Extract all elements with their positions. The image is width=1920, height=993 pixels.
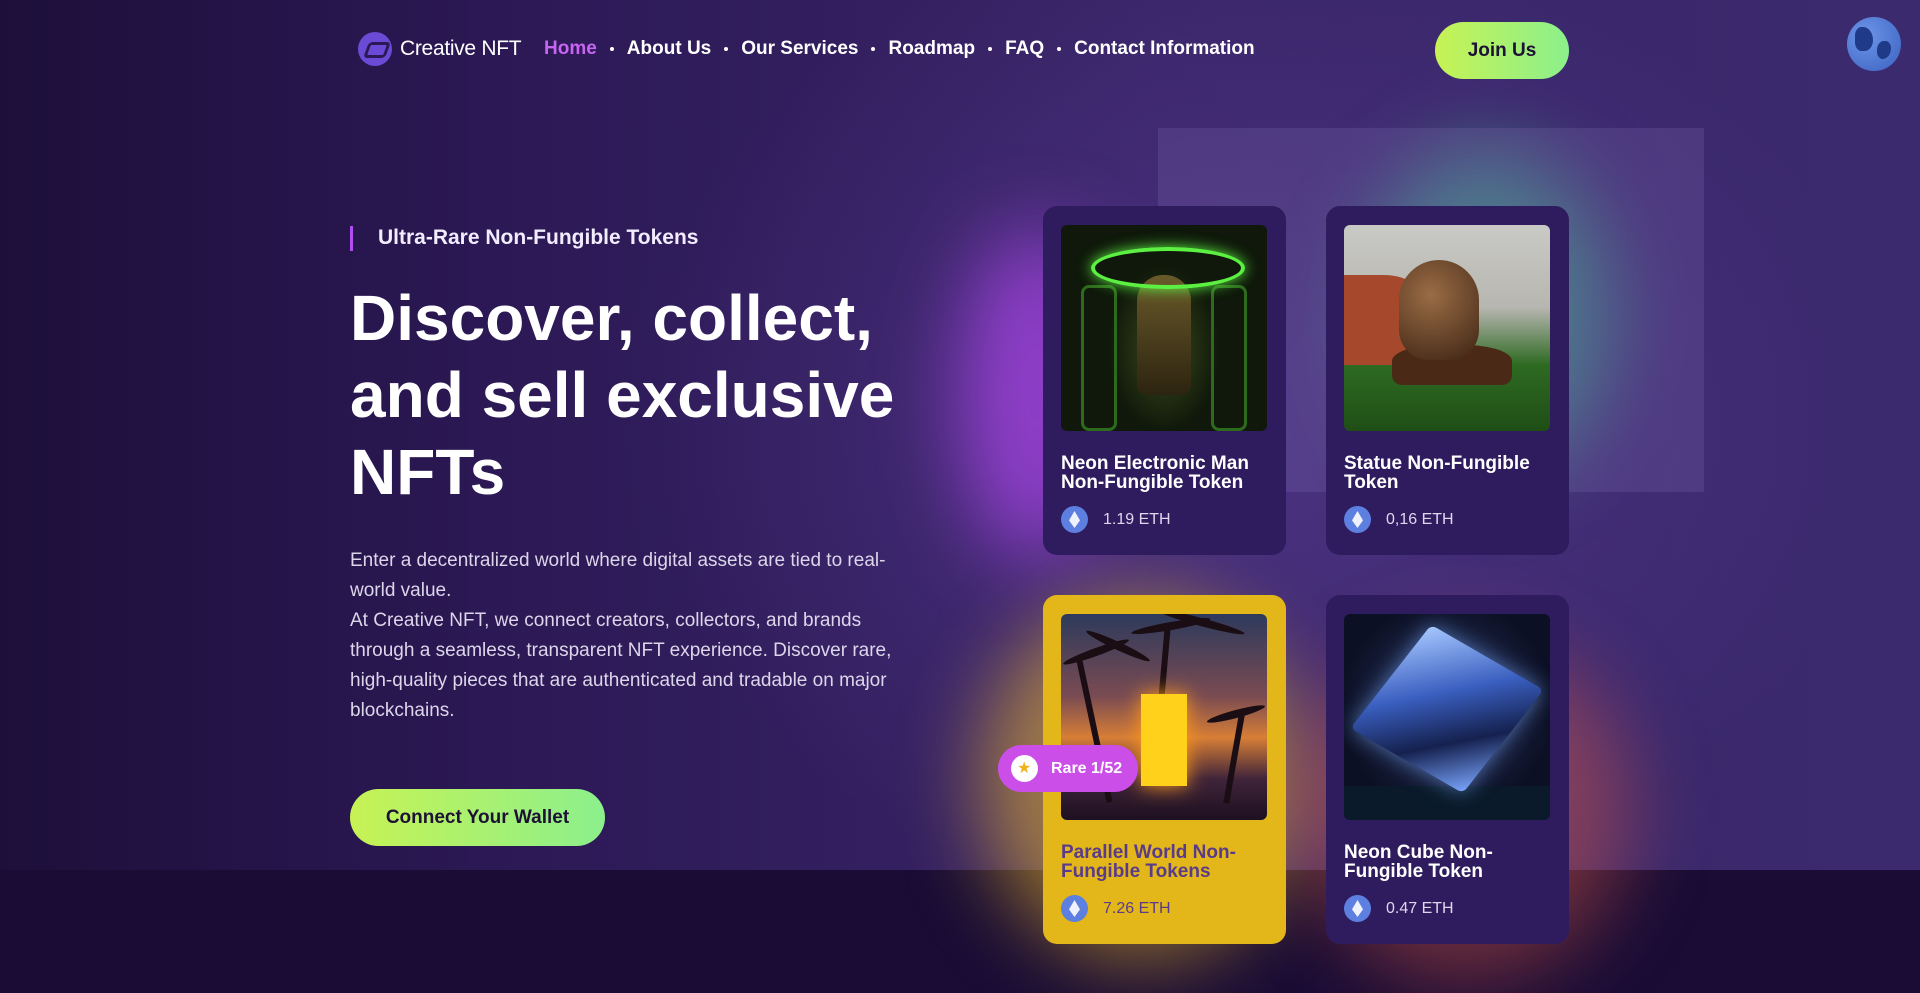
nft-price-value: 0,16 ETH [1386, 510, 1454, 528]
eyebrow-accent-bar [350, 226, 353, 251]
ethereum-icon [1061, 506, 1088, 533]
nav-separator [1057, 47, 1062, 51]
rarity-badge: Rare 1/52 [998, 745, 1138, 792]
nav-separator [724, 47, 729, 51]
page-bottom-band [0, 870, 1920, 993]
join-us-button[interactable]: Join Us [1435, 22, 1569, 79]
site-logo[interactable]: Creative NFT [358, 32, 522, 66]
ethereum-icon [1344, 506, 1371, 533]
nft-card-statue[interactable]: Statue Non-Fungible Token 0,16 ETH [1326, 206, 1569, 555]
nft-card-title: Parallel World Non-Fungible Tokens [1061, 842, 1236, 882]
nft-image-statue [1344, 225, 1550, 431]
nft-card-title: Statue Non-Fungible Token [1344, 453, 1530, 493]
logo-text: Creative NFT [400, 37, 522, 60]
nav-roadmap[interactable]: Roadmap [888, 38, 975, 60]
logo-mark-icon [358, 32, 392, 66]
nav-separator [609, 47, 614, 51]
hero-intro-paragraph-1: Enter a decentralized world where digita… [350, 550, 886, 601]
nav-separator [988, 47, 993, 51]
main-nav: Home About Us Our Services Roadmap FAQ C… [544, 38, 1255, 60]
nav-home[interactable]: Home [544, 38, 597, 60]
hero-intro: Enter a decentralized world where digita… [350, 546, 895, 726]
nft-price-value: 7.26 ETH [1103, 899, 1171, 917]
hero-eyebrow: Ultra-Rare Non-Fungible Tokens [378, 226, 699, 249]
nav-about-us[interactable]: About Us [627, 38, 711, 60]
nft-card-neon-cube[interactable]: Neon Cube Non-Fungible Token 0.47 ETH [1326, 595, 1569, 944]
ethereum-icon [1344, 895, 1371, 922]
nav-faq[interactable]: FAQ [1005, 38, 1044, 60]
nft-price-value: 1.19 ETH [1103, 510, 1171, 528]
star-icon [1011, 755, 1038, 782]
hero-headline: Discover, collect, and sell exclusive NF… [350, 282, 895, 508]
connect-wallet-button[interactable]: Connect Your Wallet [350, 789, 605, 846]
nft-card-title: Neon Cube Non-Fungible Token [1344, 842, 1493, 882]
nav-separator [871, 47, 876, 51]
nft-price-value: 0.47 ETH [1386, 899, 1454, 917]
hero-intro-paragraph-2: At Creative NFT, we connect creators, co… [350, 610, 892, 721]
nft-image-neon-cube [1344, 614, 1550, 820]
nft-card-price: 7.26 ETH [1061, 895, 1171, 922]
nav-our-services[interactable]: Our Services [741, 38, 858, 60]
nav-contact-information[interactable]: Contact Information [1074, 38, 1255, 60]
rarity-badge-label: Rare 1/52 [1051, 759, 1123, 777]
ethereum-icon [1061, 895, 1088, 922]
nft-card-price: 0.47 ETH [1344, 895, 1454, 922]
nft-card-title: Neon Electronic Man Non-Fungible Token [1061, 453, 1249, 493]
nft-card-neon-electronic-man[interactable]: Neon Electronic Man Non-Fungible Token 1… [1043, 206, 1286, 555]
nft-card-price: 1.19 ETH [1061, 506, 1171, 533]
nft-card-price: 0,16 ETH [1344, 506, 1454, 533]
nft-image-neon-electronic-man [1061, 225, 1267, 431]
globe-icon[interactable] [1847, 17, 1901, 71]
